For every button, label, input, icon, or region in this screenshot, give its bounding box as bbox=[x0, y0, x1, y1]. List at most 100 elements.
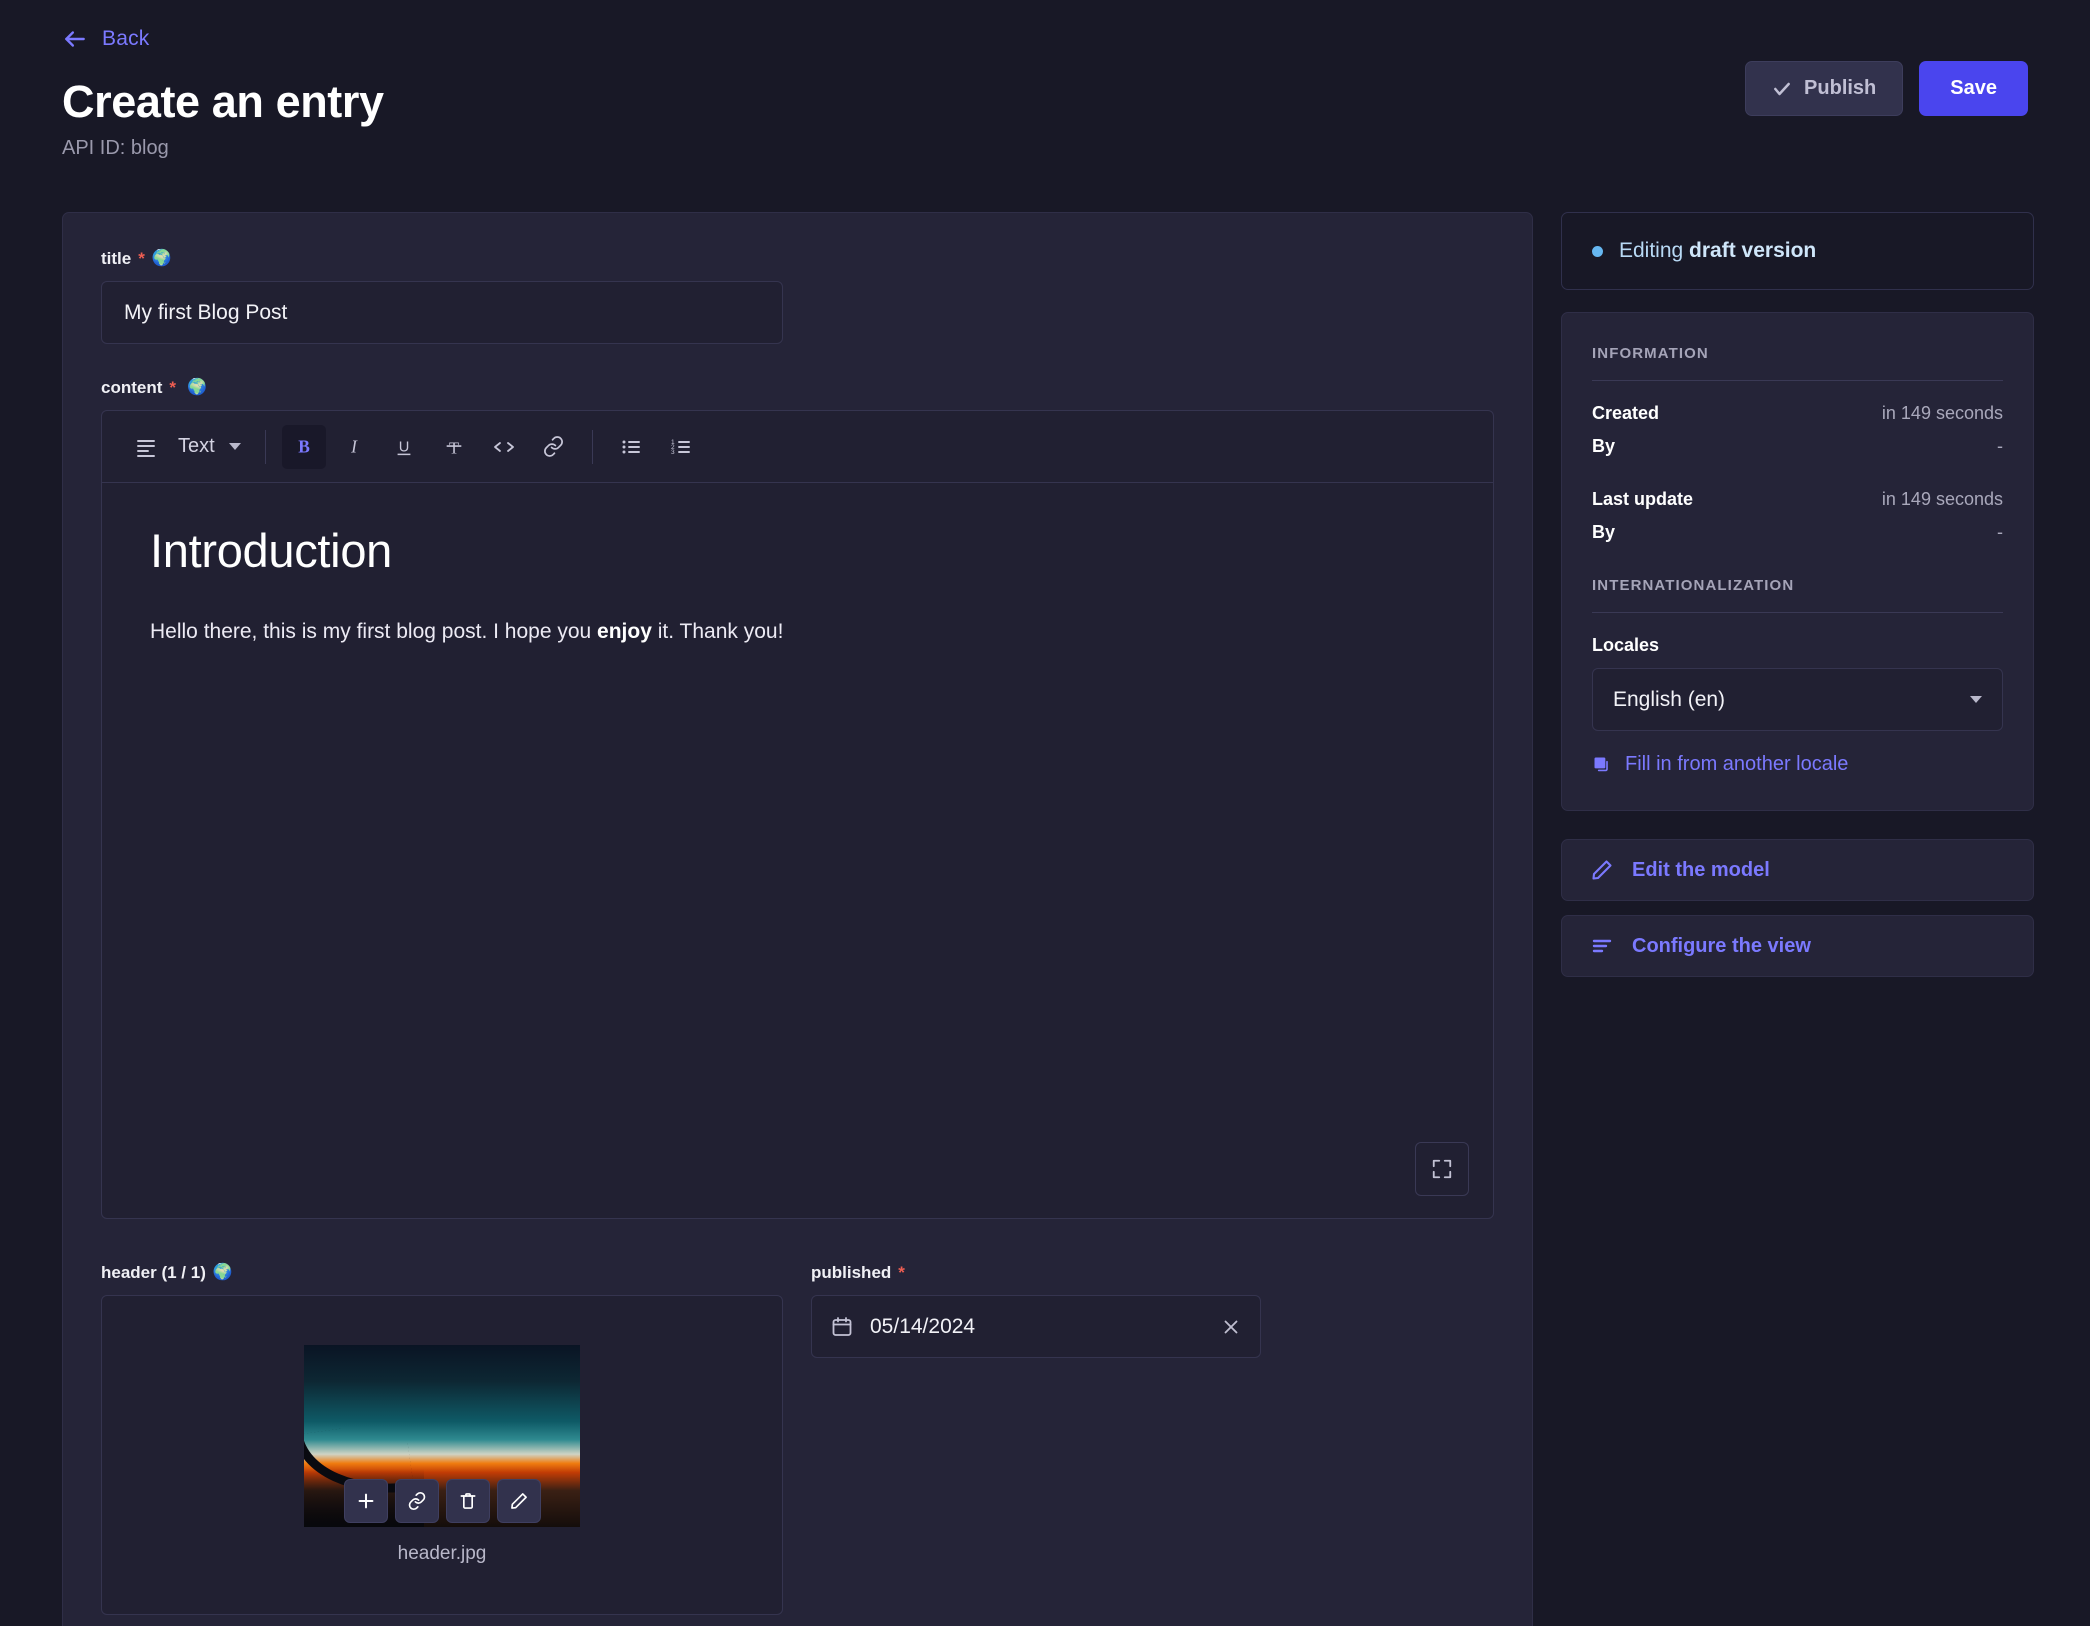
paragraph-part-1: Hello there, this is my first blog post.… bbox=[150, 620, 598, 644]
info-value: - bbox=[1997, 522, 2003, 543]
block-type-group: Text bbox=[124, 425, 249, 469]
fill-from-locale-link[interactable]: Fill in from another locale bbox=[1592, 753, 2003, 776]
block-type-value: Text bbox=[178, 435, 215, 458]
status-dot-icon bbox=[1592, 245, 1603, 257]
bullet-list-button[interactable] bbox=[609, 425, 653, 469]
underline-button[interactable]: U bbox=[382, 425, 426, 469]
media-file-name: header.jpg bbox=[397, 1543, 487, 1565]
ordered-list-button[interactable]: 1 2 3 bbox=[659, 425, 703, 469]
document-paragraph: Hello there, this is my first blog post.… bbox=[150, 616, 1445, 648]
info-value: in 149 seconds bbox=[1881, 489, 2003, 510]
ordered-list-icon: 1 2 3 bbox=[671, 439, 690, 456]
configure-the-view-button[interactable]: Configure the view bbox=[1561, 915, 2034, 978]
field-title-label: title * 🌍 bbox=[101, 249, 1494, 269]
field-header-media: header (1 / 1) 🌍 header.jpg bbox=[101, 1263, 783, 1616]
field-title: title * 🌍 My first Blog Post bbox=[101, 249, 1494, 345]
document-heading: Introduction bbox=[150, 524, 393, 578]
sidebar: Editing draft version INFORMATION Create… bbox=[1561, 212, 2034, 978]
info-row: Last update in 149 seconds bbox=[1592, 489, 2003, 510]
edit-the-model-button[interactable]: Edit the model bbox=[1561, 839, 2034, 902]
paragraph-icon-button[interactable] bbox=[124, 425, 168, 469]
svg-text:T: T bbox=[449, 438, 459, 457]
media-thumbnail bbox=[304, 1345, 580, 1528]
bottom-fields-row: header (1 / 1) 🌍 header.jpg published * … bbox=[101, 1263, 1494, 1616]
underline-icon: U bbox=[397, 439, 411, 455]
list-group: 1 2 3 bbox=[609, 425, 703, 469]
duplicate-icon bbox=[1594, 757, 1608, 771]
block-type-select[interactable]: Text bbox=[174, 425, 249, 469]
arrow-left-icon bbox=[65, 31, 85, 47]
link-button[interactable] bbox=[532, 425, 576, 469]
field-header-label: header (1 / 1) 🌍 bbox=[101, 1263, 783, 1283]
chevron-down-icon bbox=[228, 443, 241, 451]
bold-button[interactable]: B bbox=[281, 424, 326, 469]
title-input[interactable]: My first Blog Post bbox=[101, 281, 783, 345]
field-content-label: content * 🌍 bbox=[101, 378, 1494, 398]
globe-icon: 🌍 bbox=[187, 379, 207, 397]
sliders-icon bbox=[1592, 940, 1612, 953]
info-key: Last update bbox=[1592, 489, 1694, 510]
clear-date-button[interactable] bbox=[1220, 1316, 1242, 1338]
globe-icon: 🌍 bbox=[151, 250, 172, 268]
required-asterisk: * bbox=[169, 378, 177, 398]
info-row: By - bbox=[1592, 436, 2003, 457]
field-header-label-text: header (1 / 1) bbox=[101, 1263, 206, 1283]
info-value: in 149 seconds bbox=[1881, 403, 2003, 424]
save-label: Save bbox=[1950, 77, 1997, 99]
globe-icon: 🌍 bbox=[212, 1264, 233, 1282]
svg-text:U: U bbox=[398, 439, 409, 455]
information-panel: INFORMATION Created in 149 seconds By - … bbox=[1561, 312, 2034, 812]
save-button[interactable]: Save bbox=[1919, 61, 2028, 116]
svg-text:I: I bbox=[350, 436, 358, 456]
publish-label: Publish bbox=[1804, 77, 1877, 99]
publish-button[interactable]: Publish bbox=[1745, 61, 1904, 116]
pencil-icon bbox=[1592, 860, 1612, 880]
info-key: By bbox=[1592, 522, 1616, 543]
close-icon bbox=[1224, 1320, 1238, 1334]
divider bbox=[1592, 380, 2003, 382]
back-link[interactable]: Back bbox=[62, 22, 2028, 56]
info-key: By bbox=[1592, 436, 1616, 457]
field-published-label: published * bbox=[811, 1263, 1261, 1283]
draft-emphasis: draft version bbox=[1689, 239, 1817, 263]
calendar-icon bbox=[832, 1316, 852, 1336]
field-content: content * 🌍 Text B I U T 1 2 3 Introduct… bbox=[101, 378, 1494, 1220]
editor-toolbar: Text B I U T 1 2 3 bbox=[102, 411, 1493, 484]
configure-the-view-label: Configure the view bbox=[1632, 934, 1811, 957]
italic-button[interactable]: I bbox=[332, 425, 376, 469]
svg-text:B: B bbox=[298, 436, 310, 456]
published-date-input[interactable]: 05/14/2024 bbox=[811, 1295, 1261, 1359]
add-media-button[interactable] bbox=[343, 1479, 388, 1524]
entry-editor-page: Back Create an entry API ID: blog Publis… bbox=[0, 0, 2090, 1626]
copy-link-button[interactable] bbox=[394, 1479, 439, 1524]
title-input-value: My first Blog Post bbox=[124, 300, 288, 324]
locale-select[interactable]: English (en) bbox=[1592, 668, 2003, 732]
form-card: title * 🌍 My first Blog Post content * 🌍 bbox=[62, 212, 1533, 1626]
delete-media-button[interactable] bbox=[445, 1479, 490, 1524]
chevron-down-icon bbox=[1970, 696, 1982, 704]
internationalization-section-title: INTERNATIONALIZATION bbox=[1592, 577, 1795, 595]
info-row: Created in 149 seconds bbox=[1592, 403, 2003, 424]
plus-icon bbox=[358, 1493, 373, 1509]
media-dropzone[interactable]: header.jpg bbox=[101, 1295, 783, 1616]
bullet-list-icon bbox=[622, 440, 640, 454]
strikethrough-button[interactable]: T bbox=[432, 425, 476, 469]
bold-icon: B bbox=[298, 436, 310, 456]
trash-icon bbox=[460, 1493, 475, 1510]
divider bbox=[1592, 612, 2003, 614]
editor-canvas[interactable]: Introduction Hello there, this is my fir… bbox=[102, 483, 1493, 1218]
edit-the-model-label: Edit the model bbox=[1632, 858, 1770, 881]
expand-icon bbox=[1432, 1160, 1452, 1179]
fill-from-locale-label: Fill in from another locale bbox=[1625, 753, 1849, 776]
draft-prefix: Editing bbox=[1619, 239, 1690, 263]
field-title-label-text: title bbox=[101, 249, 132, 269]
page-body: title * 🌍 My first Blog Post content * 🌍 bbox=[0, 212, 2090, 1626]
code-button[interactable] bbox=[482, 425, 526, 469]
toolbar-divider bbox=[591, 429, 593, 464]
pencil-icon bbox=[510, 1493, 527, 1510]
edit-media-button[interactable] bbox=[496, 1479, 541, 1524]
paragraph-bold: enjoy bbox=[597, 620, 652, 644]
expand-editor-button[interactable] bbox=[1415, 1142, 1469, 1197]
title-block: Create an entry API ID: blog bbox=[62, 78, 2028, 160]
